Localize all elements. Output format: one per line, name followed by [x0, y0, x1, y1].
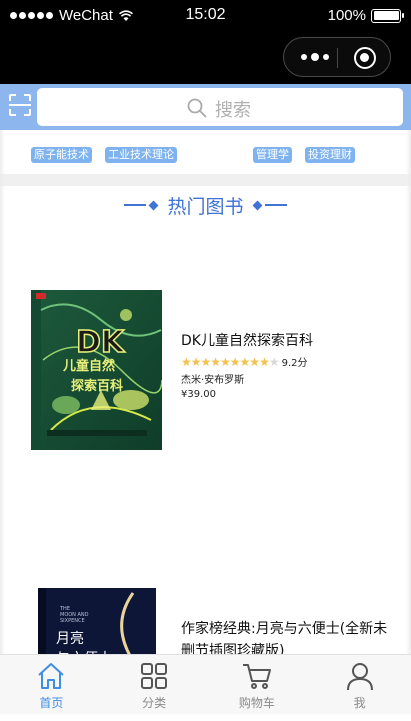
book-info: DK儿童自然探索百科 ★★★★★★★★★★ 9.2分 杰米·安布罗斯 ¥39.0…: [181, 330, 401, 400]
cover-logo: DK: [76, 325, 126, 360]
right-decoration: [250, 200, 287, 210]
search-placeholder: 搜索: [215, 100, 251, 121]
tab-category[interactable]: 分类: [103, 655, 206, 714]
tag-industrial-theory[interactable]: 工业技术理论: [105, 147, 177, 163]
left-decoration: [124, 200, 161, 210]
book-title[interactable]: DK儿童自然探索百科: [181, 330, 401, 352]
user-icon: [346, 663, 373, 691]
book-info: 作家榜经典:月亮与六便士(全新未删节插图珍藏版): [181, 618, 401, 654]
search-icon: [187, 98, 207, 118]
svg-text:SIXPENCE: SIXPENCE: [60, 618, 85, 624]
book-score: 9.2分: [281, 358, 308, 369]
book-cover[interactable]: DK 儿童自然 探索百科: [31, 290, 162, 450]
nav-bar: [0, 32, 411, 84]
book-price: ¥39.00: [181, 389, 216, 400]
target-close-icon[interactable]: [354, 47, 376, 69]
right-edge-shadow: [406, 130, 411, 721]
tag-investment[interactable]: 投资理财: [305, 147, 355, 163]
cart-icon: [242, 664, 271, 689]
mini-program-capsule: [283, 37, 391, 77]
svg-text:儿童自然: 儿童自然: [62, 358, 115, 374]
tab-label: 首页: [39, 696, 64, 710]
section-divider: [0, 174, 411, 186]
rating-row: ★★★★★★★★★★ 9.2分: [181, 354, 401, 370]
more-dots-icon[interactable]: [301, 53, 329, 61]
book-cover[interactable]: THE MOON AND SIXPENCE 月亮 与六便士: [38, 588, 156, 654]
book-item[interactable]: THE MOON AND SIXPENCE 月亮 与六便士 作家榜经典:月亮与六…: [0, 588, 411, 654]
battery-percent: 100%: [327, 7, 366, 24]
status-right: 100%: [327, 7, 404, 24]
status-bar: WeChat 15:02 100%: [0, 0, 411, 32]
tab-label: 购物车: [238, 696, 275, 710]
tab-label: 分类: [142, 696, 167, 710]
tag-atomic-energy[interactable]: 原子能技术: [31, 147, 92, 163]
tab-cart[interactable]: 购物车: [206, 655, 309, 714]
search-input[interactable]: 搜索: [37, 88, 403, 126]
svg-text:探索百科: 探索百科: [71, 378, 123, 394]
capsule-divider: [337, 48, 338, 68]
section-header: 热门图书: [0, 190, 411, 220]
section-title: 热门图书: [167, 195, 244, 218]
tag-management[interactable]: 管理学: [253, 147, 292, 163]
tab-me[interactable]: 我: [308, 655, 411, 714]
battery-level: [373, 11, 399, 20]
category-tags: 原子能技术 工业技术理论 管理学 投资理财: [0, 130, 411, 174]
svg-text:月亮: 月亮: [56, 630, 84, 647]
tab-home[interactable]: 首页: [0, 655, 103, 714]
battery-icon: [371, 8, 404, 23]
grid-icon: [141, 663, 168, 689]
left-edge-shadow: [0, 130, 5, 721]
bottom-edge: [0, 714, 411, 721]
scan-icon[interactable]: [8, 93, 32, 117]
search-bar: 搜索: [0, 84, 411, 130]
home-icon: [38, 663, 65, 689]
book-title[interactable]: 作家榜经典:月亮与六便士(全新未删节插图珍藏版): [181, 618, 401, 654]
tab-bar: 首页 分类 购物车 我: [0, 654, 411, 714]
book-item[interactable]: DK 儿童自然 探索百科 DK儿童自然探索百科 ★★★★★★★★★★ 9.2分 …: [0, 290, 411, 450]
book-author: 杰米·安布罗斯: [181, 375, 245, 386]
tab-label: 我: [353, 696, 366, 710]
star-rating-icon: ★★★★★★★★★★: [181, 354, 280, 369]
